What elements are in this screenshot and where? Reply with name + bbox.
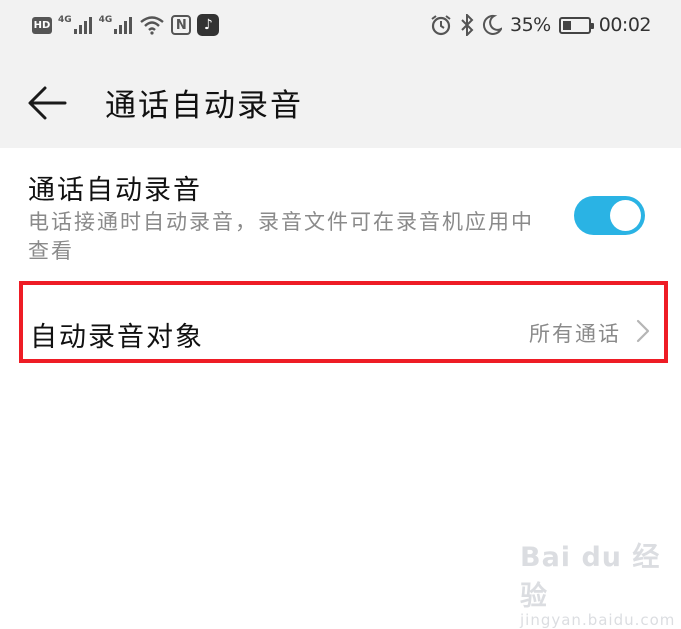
auto-record-title: 通话自动录音 <box>28 175 202 206</box>
record-target-title: 自动录音对象 <box>30 322 204 353</box>
wifi-icon <box>140 16 165 35</box>
status-bar: HD 4G 4G N ♪ 35% 00:02 <box>0 0 681 56</box>
network-type-1: 4G <box>58 15 72 25</box>
signal-bars-icon <box>73 17 92 34</box>
bluetooth-icon <box>461 14 474 36</box>
record-target-value: 所有通话 <box>529 322 621 346</box>
watermark-logo: Bai du 经验 <box>520 542 661 612</box>
battery-percentage: 35% <box>510 14 551 36</box>
chevron-right-icon <box>636 319 650 343</box>
baidu-jingyan-watermark: Bai du 经验 jingyan.baidu.com <box>520 535 681 629</box>
hd-badge: HD <box>32 16 52 34</box>
tiktok-icon: ♪ <box>197 14 220 36</box>
battery-level-fill <box>562 20 571 30</box>
back-button[interactable] <box>26 82 68 124</box>
battery-icon <box>558 16 594 34</box>
nfc-icon: N <box>171 15 192 35</box>
watermark-url: jingyan.baidu.com <box>520 611 676 629</box>
toggle-knob <box>610 200 641 231</box>
auto-record-description: 电话接通时自动录音，录音文件可在录音机应用中查看 <box>28 210 534 263</box>
cellular-signal-2: 4G <box>99 15 134 35</box>
clock: 00:02 <box>598 14 652 36</box>
network-type-2: 4G <box>98 15 113 25</box>
auto-record-setting-row: 通话自动录音 电话接通时自动录音，录音文件可在录音机应用中查看 <box>0 148 681 272</box>
record-target-setting-row[interactable]: 自动录音对象 所有通话 <box>19 281 668 363</box>
alarm-icon <box>431 15 451 36</box>
cellular-signal-1: 4G <box>58 15 93 35</box>
status-bar-left: HD 4G 4G N ♪ <box>32 14 220 36</box>
back-arrow-icon <box>28 86 67 120</box>
signal-bars-icon <box>114 17 133 34</box>
status-bar-right: 35% 00:02 <box>430 14 652 36</box>
auto-record-toggle[interactable] <box>574 196 645 235</box>
do-not-disturb-moon-icon <box>482 14 502 35</box>
page-title: 通话自动录音 <box>105 88 303 124</box>
app-header: 通话自动录音 <box>0 56 681 148</box>
